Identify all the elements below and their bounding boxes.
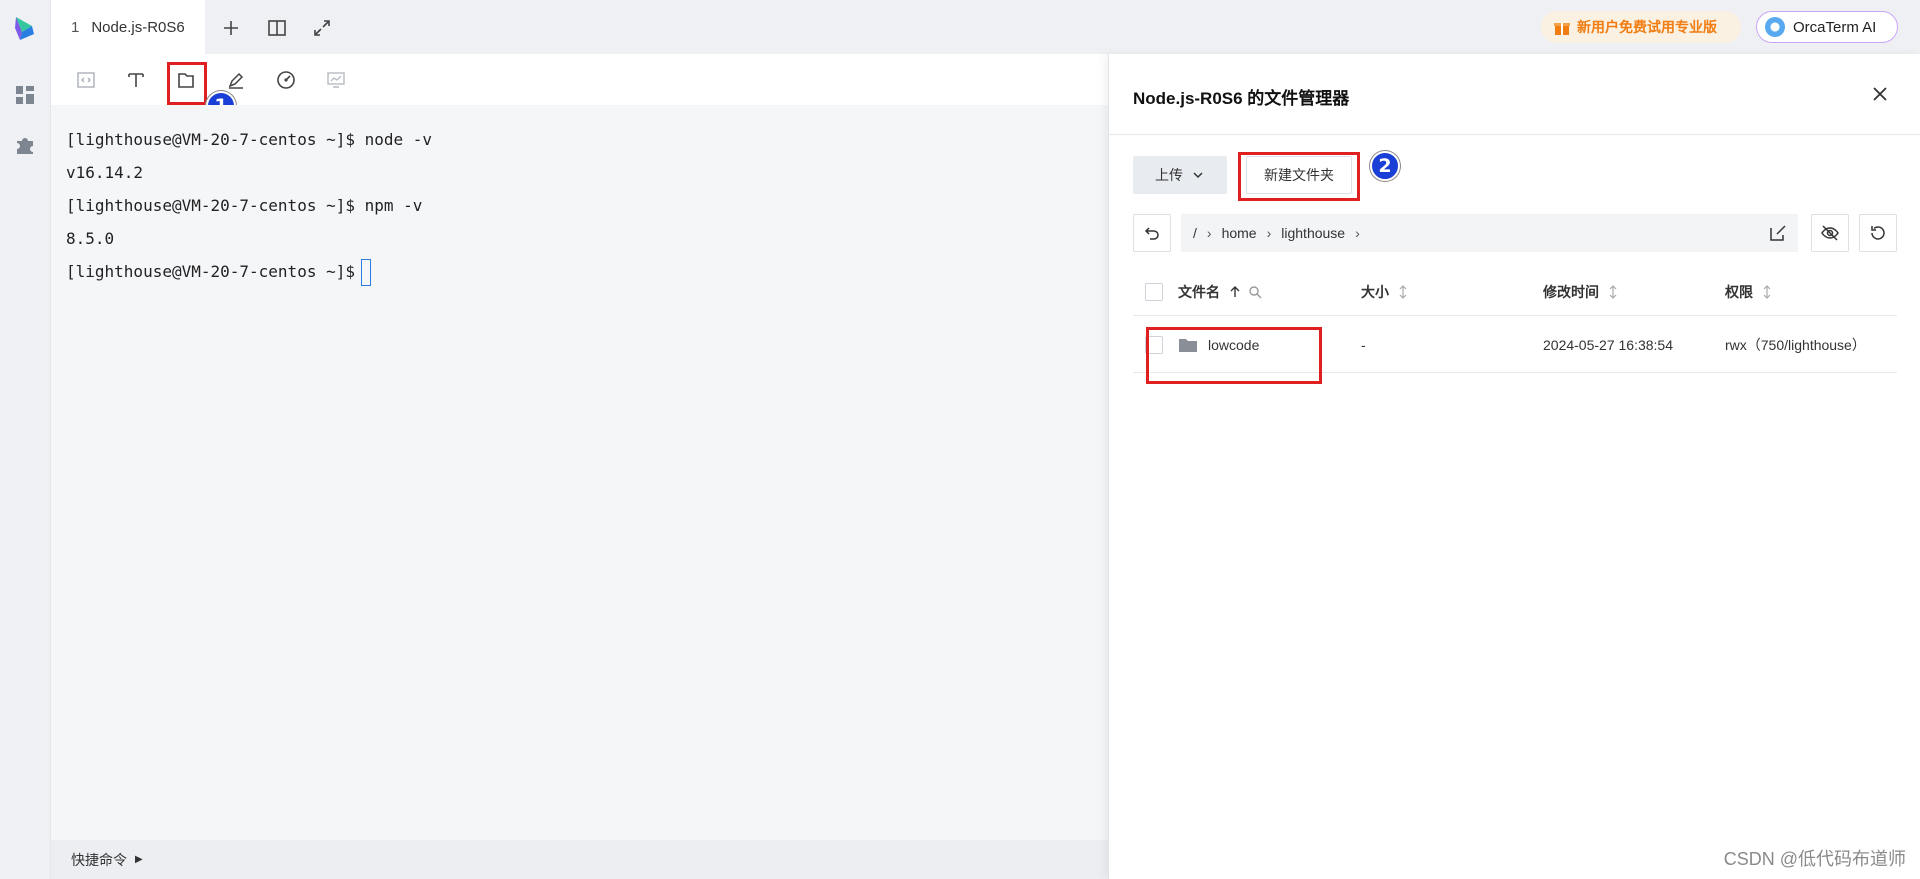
terminal-line: 8.5.0: [66, 229, 115, 248]
column-name[interactable]: 文件名: [1178, 282, 1220, 302]
code-button[interactable]: [72, 66, 100, 94]
column-size[interactable]: 大小: [1361, 282, 1389, 302]
select-all-checkbox[interactable]: [1145, 283, 1163, 301]
close-icon[interactable]: [1870, 84, 1890, 104]
orcaterm-ai-button[interactable]: OrcaTerm AI: [1756, 11, 1898, 43]
highlight-box-folder-row: [1146, 327, 1322, 384]
chevron-right-icon: ›: [1355, 225, 1360, 241]
plugin-icon[interactable]: [14, 134, 36, 156]
breadcrumb-home[interactable]: home: [1222, 225, 1257, 241]
new-tab-button[interactable]: [219, 16, 243, 40]
edit-path-icon[interactable]: [1768, 223, 1788, 243]
file-manager-panel: Node.js-R0S6 的文件管理器 上传 新建文件夹 / › home › …: [1108, 54, 1920, 879]
undo-icon: [1144, 227, 1159, 240]
text-button[interactable]: [122, 66, 150, 94]
search-icon[interactable]: [1248, 285, 1262, 299]
file-table-header: 文件名 大小 修改时间 权限: [1133, 268, 1897, 316]
column-modified[interactable]: 修改时间: [1543, 282, 1599, 302]
tab-number: 1: [71, 18, 80, 36]
plus-icon: [224, 21, 238, 35]
upload-button[interactable]: 上传: [1133, 156, 1227, 194]
sort-icon[interactable]: [1607, 284, 1619, 300]
app-sidebar: [0, 0, 51, 879]
edit-button[interactable]: [222, 66, 250, 94]
app-logo-icon[interactable]: [12, 14, 38, 42]
promo-label: 新用户免费试用专业版: [1577, 19, 1717, 35]
screen-button[interactable]: [322, 66, 350, 94]
refresh-button[interactable]: [1859, 214, 1897, 252]
chevron-right-icon: ›: [1206, 225, 1212, 241]
sort-ascending-icon[interactable]: [1228, 285, 1242, 299]
shortcut-label: 快捷命令: [71, 851, 127, 868]
highlight-box-new-folder: [1238, 152, 1360, 201]
split-view-button[interactable]: [265, 16, 289, 40]
expand-icon: [314, 20, 330, 36]
gauge-icon: [277, 71, 295, 89]
orcaterm-ai-icon: [1765, 17, 1785, 37]
watermark: CSDN @低代码布道师: [1723, 849, 1906, 869]
text-icon: [128, 73, 144, 87]
column-permission[interactable]: 权限: [1725, 282, 1753, 302]
file-size: -: [1361, 336, 1366, 353]
chevron-down-icon: [1193, 172, 1203, 179]
terminal-line: [lighthouse@VM-20-7-centos ~]$ npm -v: [66, 196, 423, 215]
tab-bar: 1 Node.js-R0S6 新用户免费试用专业版 OrcaTerm AI 微: [51, 0, 1920, 54]
tab-session[interactable]: 1 Node.js-R0S6: [51, 0, 205, 54]
monitor-icon: [327, 72, 345, 88]
shortcut-commands-bar[interactable]: 快捷命令 ▶: [51, 840, 1108, 879]
breadcrumb-root[interactable]: /: [1193, 225, 1197, 241]
file-modified: 2024-05-27 16:38:54: [1543, 336, 1673, 353]
toggle-hidden-button[interactable]: [1811, 214, 1849, 252]
split-icon: [268, 20, 286, 36]
highlight-box-folder: [167, 62, 207, 105]
breadcrumb-lighthouse[interactable]: lighthouse: [1281, 225, 1345, 241]
file-manager-title: Node.js-R0S6 的文件管理器: [1133, 89, 1350, 108]
triangle-right-icon: ▶: [135, 854, 143, 865]
sort-icon[interactable]: [1397, 284, 1409, 300]
sort-icon[interactable]: [1761, 284, 1773, 300]
upload-label: 上传: [1155, 167, 1183, 183]
orcaterm-ai-label: OrcaTerm AI: [1793, 18, 1877, 36]
terminal-line: [lighthouse@VM-20-7-centos ~]$ node -v: [66, 130, 433, 149]
code-icon: [77, 72, 95, 88]
gift-icon: [1554, 23, 1570, 35]
monitor-gauge-button[interactable]: [272, 66, 300, 94]
terminal-output[interactable]: [lighthouse@VM-20-7-centos ~]$ node -v v…: [51, 105, 1108, 840]
fullscreen-button[interactable]: [310, 16, 334, 40]
dashboard-icon[interactable]: [14, 84, 36, 106]
terminal-prompt: [lighthouse@VM-20-7-centos ~]$: [66, 262, 355, 281]
terminal-cursor: [360, 259, 371, 286]
trial-promo-button[interactable]: 新用户免费试用专业版: [1541, 11, 1741, 43]
tab-title: Node.js-R0S6: [91, 18, 185, 36]
edit-icon: [228, 72, 244, 89]
refresh-icon: [1871, 226, 1885, 240]
breadcrumb: / › home › lighthouse ›: [1181, 214, 1798, 252]
step-badge-2: 2: [1370, 151, 1400, 181]
divider: [1109, 134, 1920, 135]
eye-off-icon: [1821, 225, 1839, 241]
chevron-right-icon: ›: [1266, 225, 1272, 241]
back-button[interactable]: [1133, 214, 1171, 252]
file-permission: rwx（750/lighthouse）: [1725, 336, 1866, 353]
terminal-line: v16.14.2: [66, 163, 144, 182]
